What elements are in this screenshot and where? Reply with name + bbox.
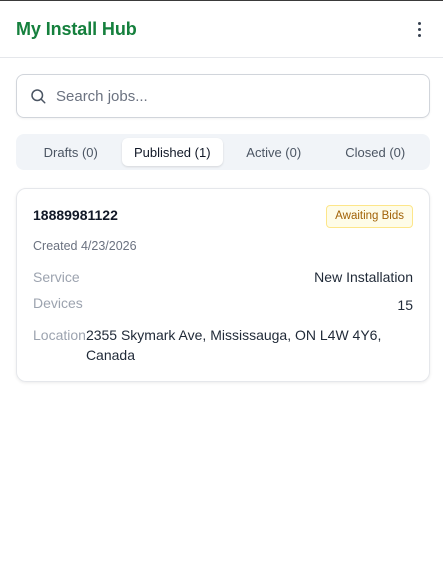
search-box[interactable] — [16, 74, 430, 118]
location-value: 2355 Skymark Ave, Mississauga, ON L4W 4Y… — [85, 327, 382, 363]
job-details: Service New Installation Devices 15 Loca… — [33, 269, 413, 365]
detail-row-devices: Devices 15 — [33, 295, 413, 315]
service-label: Service — [33, 269, 80, 285]
main-content: Drafts (0) Published (1) Active (0) Clos… — [0, 58, 443, 382]
tab-drafts[interactable]: Drafts (0) — [20, 138, 122, 166]
location-label: Location — [33, 327, 86, 343]
app-title: My Install Hub — [16, 18, 137, 39]
tab-closed[interactable]: Closed (0) — [325, 138, 427, 166]
service-value: New Installation — [314, 269, 413, 285]
status-tabs: Drafts (0) Published (1) Active (0) Clos… — [16, 134, 430, 170]
devices-value: 15 — [397, 297, 413, 313]
more-vertical-icon[interactable] — [407, 17, 431, 41]
search-icon — [31, 89, 46, 104]
job-id: 18889981122 — [33, 207, 118, 223]
job-created-date: Created 4/23/2026 — [33, 239, 137, 253]
detail-row-location: Location 2355 Skymark Ave, Mississauga, … — [33, 325, 413, 365]
detail-row-service: Service New Installation — [33, 269, 413, 285]
job-card[interactable]: 18889981122 Awaiting Bids Created 4/23/2… — [16, 188, 430, 382]
status-badge: Awaiting Bids — [326, 205, 413, 228]
app-window: My Install Hub Drafts (0) Published (1) … — [0, 0, 443, 565]
devices-label: Devices — [33, 295, 83, 311]
app-header: My Install Hub — [0, 1, 443, 58]
tab-active[interactable]: Active (0) — [223, 138, 325, 166]
search-input[interactable] — [56, 87, 417, 105]
tab-published[interactable]: Published (1) — [121, 138, 223, 166]
